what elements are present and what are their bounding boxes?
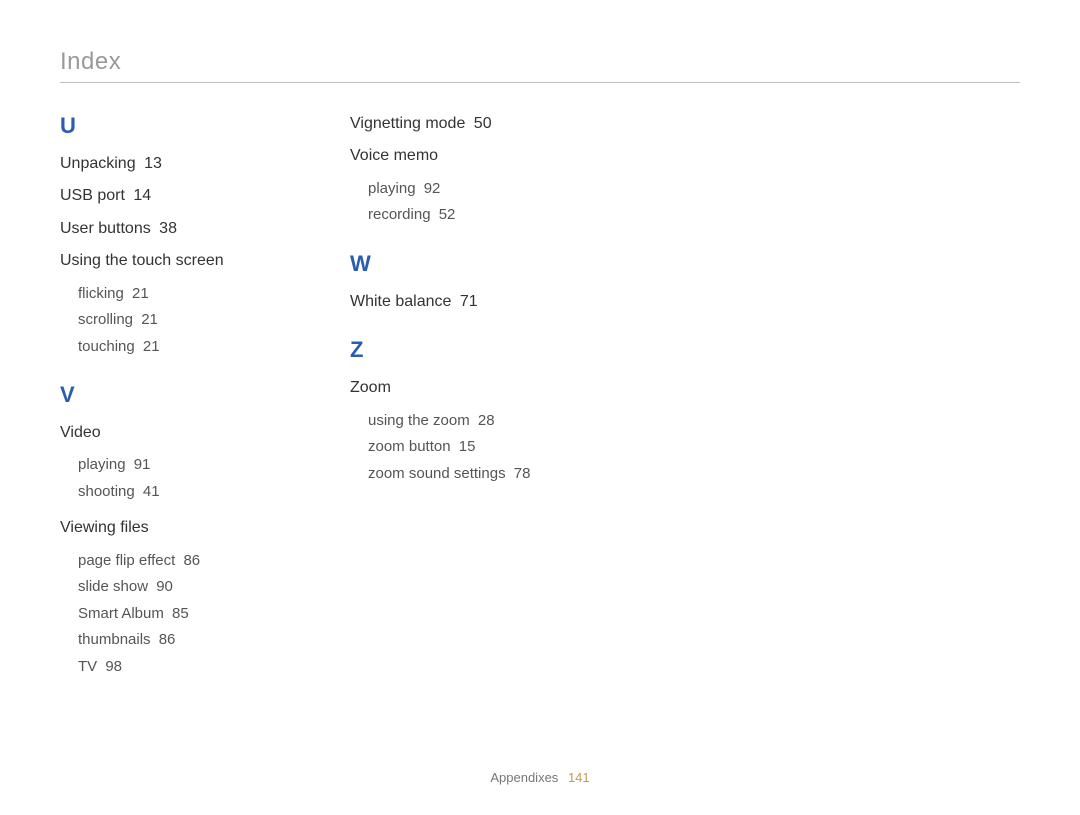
subentry-label: page flip effect [78,552,175,569]
subentry-label: shooting [78,483,135,500]
index-entry-video: Video [60,422,290,444]
index-entry-voice-memo: Voice memo [350,145,580,167]
subentry-using-zoom[interactable]: using the zoom 28 [368,410,580,433]
subentry-label: thumbnails [78,631,151,648]
index-entry-white-balance[interactable]: White balance 71 [350,291,580,313]
entry-label: Vignetting mode [350,115,465,132]
subentry-page: 28 [478,412,495,429]
subentry-label: playing [78,456,126,473]
index-entry-viewing-files: Viewing files [60,517,290,539]
letter-heading-w: W [350,251,580,277]
entry-page: 38 [159,220,177,237]
subentry-page: 15 [459,438,476,455]
subentry-zoom-sound[interactable]: zoom sound settings 78 [368,463,580,486]
subentry-label: scrolling [78,311,133,328]
subentry-label: slide show [78,578,148,595]
entry-label: Zoom [350,379,391,396]
subentry-page-flip[interactable]: page flip effect 86 [78,550,290,573]
subentry-label: flicking [78,285,124,302]
index-entry-usb-port[interactable]: USB port 14 [60,185,290,207]
subentry-page: 21 [132,285,149,302]
subentry-video-shooting[interactable]: shooting 41 [78,481,290,504]
subentry-page: 85 [172,605,189,622]
entry-label: User buttons [60,220,151,237]
subentry-page: 92 [424,180,441,197]
subentry-label: using the zoom [368,412,470,429]
letter-heading-z: Z [350,337,580,363]
subentry-touching[interactable]: touching 21 [78,336,290,359]
entry-label: White balance [350,293,451,310]
subgroup-video: playing 91 shooting 41 [60,454,290,503]
index-page: Index U Unpacking 13 USB port 14 User bu… [0,0,1080,815]
subgroup-voice-memo: playing 92 recording 52 [350,178,580,227]
entry-label: Unpacking [60,155,136,172]
entry-label: Video [60,424,101,441]
column-1: U Unpacking 13 USB port 14 User buttons … [60,113,290,692]
entry-label: Viewing files [60,519,149,536]
letter-heading-v: V [60,382,290,408]
subentry-label: recording [368,206,431,223]
subentry-page: 91 [134,456,151,473]
subentry-page: 78 [514,465,531,482]
subentry-slide-show[interactable]: slide show 90 [78,576,290,599]
entry-page: 50 [474,115,492,132]
subentry-page: 86 [183,552,200,569]
subentry-label: playing [368,180,416,197]
subentry-label: Smart Album [78,605,164,622]
letter-heading-u: U [60,113,290,139]
entry-page: 71 [460,293,478,310]
subentry-page: 41 [143,483,160,500]
subentry-label: touching [78,338,135,355]
subentry-smart-album[interactable]: Smart Album 85 [78,603,290,626]
index-entry-user-buttons[interactable]: User buttons 38 [60,218,290,240]
entry-label: Using the touch screen [60,252,224,269]
footer-page-number: 141 [568,770,590,785]
entry-page: 14 [133,187,151,204]
subentry-video-playing[interactable]: playing 91 [78,454,290,477]
subgroup-zoom: using the zoom 28 zoom button 15 zoom so… [350,410,580,486]
index-entry-unpacking[interactable]: Unpacking 13 [60,153,290,175]
subentry-page: 90 [156,578,173,595]
column-2: Vignetting mode 50 Voice memo playing 92… [350,113,580,692]
entry-label: USB port [60,187,125,204]
subentry-page: 52 [439,206,456,223]
subentry-label: zoom button [368,438,451,455]
subentry-label: TV [78,658,97,675]
subentry-tv[interactable]: TV 98 [78,656,290,679]
page-footer: Appendixes 141 [0,770,1080,785]
subentry-scrolling[interactable]: scrolling 21 [78,309,290,332]
entry-label: Voice memo [350,147,438,164]
index-entry-vignetting[interactable]: Vignetting mode 50 [350,113,580,135]
subentry-zoom-button[interactable]: zoom button 15 [368,436,580,459]
subentry-page: 86 [159,631,176,648]
subgroup-viewing-files: page flip effect 86 slide show 90 Smart … [60,550,290,679]
header-rule [60,82,1020,83]
index-columns: U Unpacking 13 USB port 14 User buttons … [60,113,1020,692]
subentry-vm-playing[interactable]: playing 92 [368,178,580,201]
subentry-vm-recording[interactable]: recording 52 [368,204,580,227]
index-entry-touch-screen: Using the touch screen [60,250,290,272]
subentry-page: 21 [141,311,158,328]
entry-page: 13 [144,155,162,172]
subentry-flicking[interactable]: flicking 21 [78,283,290,306]
subentry-label: zoom sound settings [368,465,506,482]
subentry-page: 98 [105,658,122,675]
page-title: Index [60,48,1020,76]
subentry-thumbnails[interactable]: thumbnails 86 [78,629,290,652]
subentry-page: 21 [143,338,160,355]
subgroup-touch-screen: flicking 21 scrolling 21 touching 21 [60,283,290,359]
index-entry-zoom: Zoom [350,377,580,399]
footer-section: Appendixes [490,770,558,785]
